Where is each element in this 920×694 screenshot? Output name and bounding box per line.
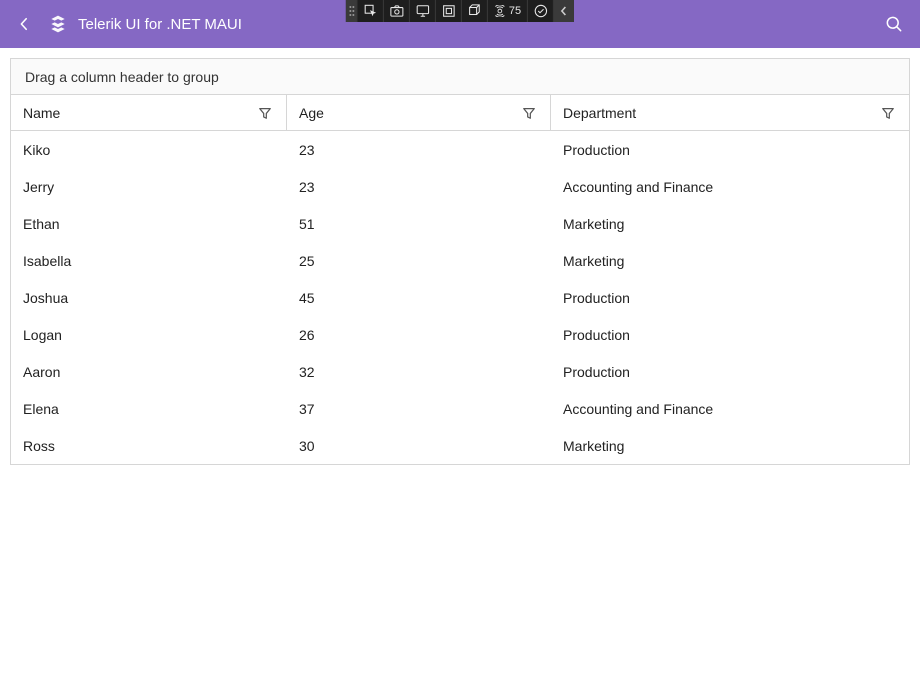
debug-toolbar: 75 [346, 0, 574, 22]
cell-name: Kiko [11, 142, 287, 158]
page-content: Drag a column header to group Name Age D… [0, 48, 920, 475]
cell-name: Jerry [11, 179, 287, 195]
cell-name: Isabella [11, 253, 287, 269]
cell-department: Production [551, 290, 909, 306]
cell-age: 23 [287, 179, 551, 195]
debug-check-icon[interactable] [528, 0, 554, 22]
cell-name: Joshua [11, 290, 287, 306]
group-drop-hint: Drag a column header to group [25, 69, 219, 85]
cell-age: 37 [287, 401, 551, 417]
cell-age: 51 [287, 216, 551, 232]
table-row[interactable]: Logan26Production [11, 316, 909, 353]
column-header-label: Age [299, 105, 324, 121]
column-header-name[interactable]: Name [11, 95, 287, 130]
table-row[interactable]: Aaron32Production [11, 353, 909, 390]
cell-age: 23 [287, 142, 551, 158]
data-grid: Drag a column header to group Name Age D… [10, 58, 910, 465]
column-header-department[interactable]: Department [551, 95, 909, 130]
back-button[interactable] [12, 12, 36, 36]
debug-select-element-icon[interactable] [358, 0, 384, 22]
cell-department: Marketing [551, 216, 909, 232]
telerik-logo-icon [46, 12, 70, 36]
cell-name: Logan [11, 327, 287, 343]
grid-header-row: Name Age Department [11, 95, 909, 131]
column-header-label: Name [23, 105, 60, 121]
cell-department: Production [551, 364, 909, 380]
debug-screenshot-icon[interactable] [384, 0, 410, 22]
table-row[interactable]: Ross30Marketing [11, 427, 909, 464]
table-row[interactable]: Elena37Accounting and Finance [11, 390, 909, 427]
table-row[interactable]: Joshua45Production [11, 279, 909, 316]
cell-department: Accounting and Finance [551, 179, 909, 195]
app-title: Telerik UI for .NET MAUI [78, 16, 242, 33]
cell-name: Aaron [11, 364, 287, 380]
debug-3d-icon[interactable] [462, 0, 488, 22]
table-row[interactable]: Kiko23Production [11, 131, 909, 168]
group-drop-panel[interactable]: Drag a column header to group [11, 59, 909, 95]
cell-age: 25 [287, 253, 551, 269]
cell-name: Ethan [11, 216, 287, 232]
cell-department: Marketing [551, 253, 909, 269]
column-header-age[interactable]: Age [287, 95, 551, 130]
grid-body: Kiko23ProductionJerry23Accounting and Fi… [11, 131, 909, 464]
cell-age: 30 [287, 438, 551, 454]
cell-age: 45 [287, 290, 551, 306]
debug-display-icon[interactable] [410, 0, 436, 22]
search-button[interactable] [880, 10, 908, 38]
debug-toolbar-drag-handle[interactable] [346, 0, 358, 22]
cell-age: 32 [287, 364, 551, 380]
filter-icon[interactable] [256, 104, 274, 122]
cell-age: 26 [287, 327, 551, 343]
column-header-label: Department [563, 105, 636, 121]
debug-toolbar-collapse[interactable] [554, 0, 574, 22]
table-row[interactable]: Jerry23Accounting and Finance [11, 168, 909, 205]
cell-department: Accounting and Finance [551, 401, 909, 417]
debug-box-icon[interactable] [436, 0, 462, 22]
cell-department: Marketing [551, 438, 909, 454]
debug-fps-value: 75 [509, 5, 521, 17]
table-row[interactable]: Isabella25Marketing [11, 242, 909, 279]
debug-fps-counter[interactable]: 75 [488, 0, 528, 22]
cell-department: Production [551, 327, 909, 343]
filter-icon[interactable] [879, 104, 897, 122]
filter-icon[interactable] [520, 104, 538, 122]
table-row[interactable]: Ethan51Marketing [11, 205, 909, 242]
cell-name: Elena [11, 401, 287, 417]
cell-department: Production [551, 142, 909, 158]
cell-name: Ross [11, 438, 287, 454]
